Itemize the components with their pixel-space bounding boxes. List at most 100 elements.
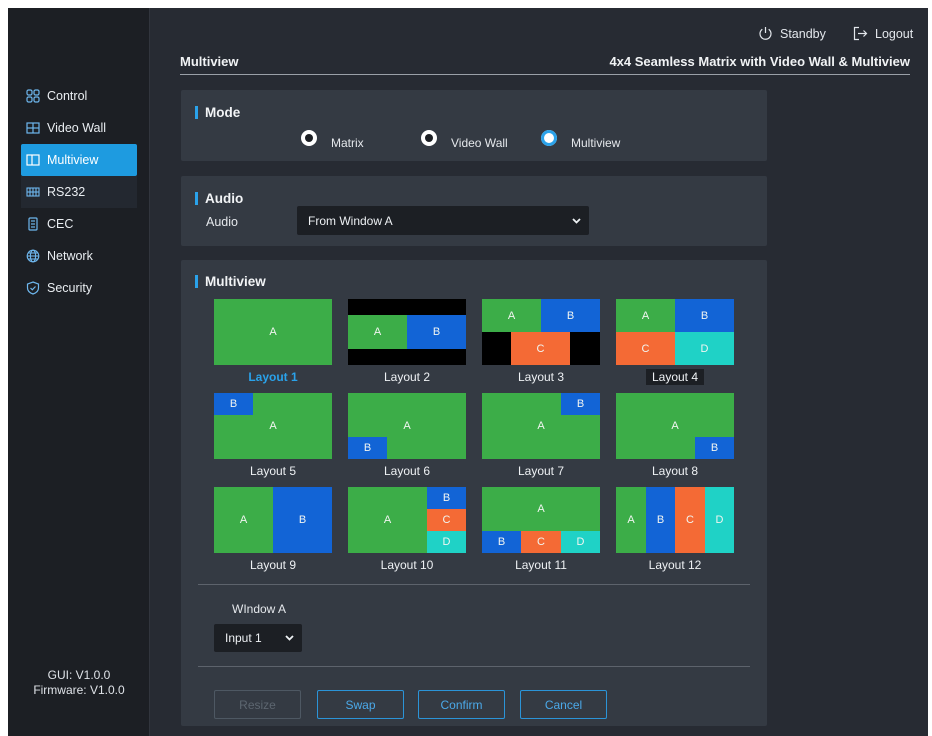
gui-version: GUI: V1.0.0 (47, 668, 111, 682)
window-cell: A (671, 420, 679, 432)
window-cell: B (675, 299, 734, 332)
resize-button[interactable]: Resize (214, 690, 301, 719)
swap-button[interactable]: Swap (317, 690, 404, 719)
layout-label: Layout 5 (249, 464, 297, 478)
mode-option-label: Video Wall (451, 136, 508, 150)
radio-circle (301, 130, 317, 146)
layout-label: Layout 6 (383, 464, 431, 478)
layout-option-10[interactable]: A B C D Layout 10 (348, 487, 466, 572)
layout-option-2[interactable]: A B Layout 2 (348, 299, 466, 384)
window-cell: D (675, 332, 734, 365)
window-cell: A (214, 299, 332, 365)
mode-radio-multiview[interactable]: Multiview (541, 126, 620, 150)
mode-radio-video-wall[interactable]: Video Wall (421, 126, 508, 150)
sidebar-item-label: CEC (47, 217, 74, 231)
layout-option-12[interactable]: A B C D Layout 12 (616, 487, 734, 572)
logout-label: Logout (875, 26, 914, 41)
layout-option-8[interactable]: A B Layout 8 (616, 393, 734, 478)
sidebar-item-label: Security (47, 281, 93, 295)
layout-thumbnail: A B (348, 393, 466, 459)
layout-option-4[interactable]: A B C D Layout 4 (616, 299, 734, 385)
layout-option-1[interactable]: A Layout 1 (214, 299, 332, 384)
layout-label: Layout 12 (648, 558, 702, 572)
layout-option-11[interactable]: A B C D Layout 11 (482, 487, 600, 572)
sidebar-item-multiview[interactable]: Multiview (21, 144, 137, 176)
audio-select[interactable]: From Window A (297, 206, 589, 235)
layout-thumbnail: A B (616, 393, 734, 459)
remote-icon (26, 217, 40, 231)
logout-icon (853, 26, 868, 41)
mode-option-label: Matrix (331, 136, 364, 150)
sidebar: Control Video Wall Multiview RS232 CEC N… (8, 8, 150, 736)
layout-label: Layout 10 (380, 558, 434, 572)
mode-option-label: Multiview (571, 136, 621, 150)
layout-option-3[interactable]: A B C Layout 3 (482, 299, 600, 384)
layout-thumbnail: A (214, 299, 332, 365)
logout-button[interactable]: Logout (853, 26, 913, 41)
sidebar-item-video-wall[interactable]: Video Wall (8, 112, 150, 144)
window-cell: A (616, 299, 675, 332)
multiview-icon (26, 153, 40, 167)
sidebar-item-security[interactable]: Security (8, 272, 150, 304)
app-window: Control Video Wall Multiview RS232 CEC N… (8, 8, 928, 736)
window-cell: B (273, 487, 332, 553)
sidebar-item-label: RS232 (47, 185, 86, 199)
layout-label: Layout 3 (517, 370, 565, 384)
cancel-button[interactable]: Cancel (520, 690, 607, 719)
layout-thumbnail: A B C D (348, 487, 466, 553)
layout-thumbnail: B A (482, 393, 600, 459)
layout-option-5[interactable]: B A Layout 5 (214, 393, 332, 478)
window-a-label: WIndow A (232, 602, 287, 616)
layout-label: Layout 1 (248, 370, 298, 384)
power-icon (759, 27, 772, 40)
shield-icon (26, 281, 40, 295)
sidebar-item-rs232[interactable]: RS232 (21, 176, 137, 208)
window-cell: A (269, 420, 277, 432)
window-cell: B (695, 437, 734, 459)
layout-option-7[interactable]: B A Layout 7 (482, 393, 600, 478)
window-cell: B (214, 393, 253, 415)
layout-label: Layout 4 (616, 369, 734, 385)
layout-label: Layout 8 (651, 464, 699, 478)
window-cell: D (705, 487, 734, 553)
audio-panel-title: Audio (195, 191, 243, 206)
window-cell: B (541, 299, 600, 332)
window-cell: C (511, 332, 570, 365)
sidebar-item-control[interactable]: Control (8, 80, 150, 112)
chevron-down-icon (572, 217, 581, 224)
sidebar-item-network[interactable]: Network (8, 240, 150, 272)
layout-option-9[interactable]: A B Layout 9 (214, 487, 332, 572)
header-actions: Standby Logout (180, 26, 920, 46)
confirm-button[interactable]: Confirm (418, 690, 505, 719)
window-cell: A (537, 420, 545, 432)
window-cell: A (482, 299, 541, 332)
layout-label: Layout 11 (515, 558, 567, 572)
layout-option-6[interactable]: A B Layout 6 (348, 393, 466, 478)
sidebar-item-label: Multiview (47, 153, 99, 167)
window-cell: A (348, 315, 407, 349)
divider (198, 666, 750, 667)
firmware-version: Firmware: V1.0.0 (33, 683, 125, 697)
window-cell: A (403, 420, 411, 432)
sidebar-item-label: Control (47, 89, 88, 103)
layout-label: Layout 2 (383, 370, 431, 384)
window-cell: B (407, 315, 466, 349)
layout-thumbnail: A B (348, 299, 466, 365)
window-a-input-select[interactable]: Input 1 (214, 624, 302, 652)
serial-port-icon (26, 185, 40, 199)
sidebar-item-cec[interactable]: CEC (8, 208, 150, 240)
mode-radio-matrix[interactable]: Matrix (301, 126, 364, 150)
window-cell: C (521, 531, 561, 553)
mode-panel-title: Mode (195, 105, 240, 120)
radio-circle (421, 130, 437, 146)
standby-button[interactable]: Standby (758, 26, 826, 41)
window-cell: D (427, 531, 466, 553)
layout-label: Layout 7 (517, 464, 565, 478)
layout-label: Layout 9 (249, 558, 297, 572)
window-cell: A (616, 487, 646, 553)
window-cell: B (427, 487, 466, 509)
layout-label-text: Layout 4 (645, 369, 705, 385)
multiview-panel-title: Multiview (195, 274, 266, 289)
window-cell: B (646, 487, 675, 553)
globe-icon (26, 249, 40, 263)
